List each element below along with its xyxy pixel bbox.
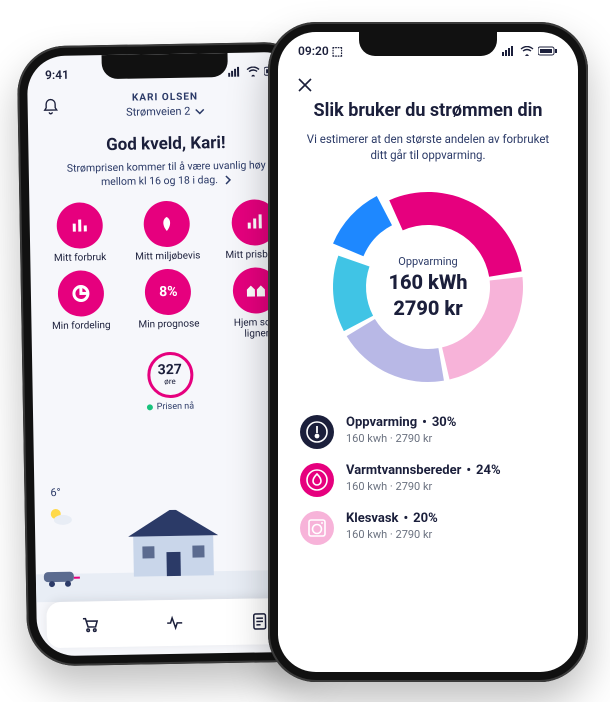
price-ring: 327 øre <box>146 351 193 398</box>
legend-icon <box>300 511 334 545</box>
price-label: Prisen nå <box>147 401 195 412</box>
bars-icon <box>245 212 265 232</box>
legend-text: Oppvarming•30% 160 kwh · 2790 kr <box>346 415 456 445</box>
tile-label: Mitt forbruk <box>54 252 107 264</box>
legend-title: Oppvarming•30% <box>346 415 456 430</box>
houses-icon <box>245 280 267 300</box>
notch <box>101 53 228 79</box>
status-icons <box>502 46 558 56</box>
tile-label: Mitt miljøbevis <box>135 251 200 264</box>
car-icon <box>42 566 82 589</box>
donut-center-cost: 2790 kr <box>393 296 462 320</box>
page-subtitle: Vi estimerer at den største andelen av f… <box>306 131 550 163</box>
close-button[interactable] <box>296 76 578 94</box>
legend-row[interactable]: Oppvarming•30% 160 kwh · 2790 kr <box>300 415 556 449</box>
thermo-icon <box>305 420 329 444</box>
price-now[interactable]: 327 øre Prisen nå <box>32 349 308 414</box>
notch <box>359 32 497 56</box>
price-alert-line2: mellom kl 16 og 18 i dag. <box>101 173 218 188</box>
signal-icon <box>502 46 516 56</box>
tile-min-fordeling[interactable]: Min fordeling <box>37 269 126 344</box>
water-icon <box>305 468 329 492</box>
tile-mitt-forbruk[interactable]: Mitt forbruk <box>35 202 124 265</box>
legend-row[interactable]: Varmtvannsbereder•24% 160 kwh · 2790 kr <box>300 463 556 497</box>
tab-invoice[interactable] <box>249 611 269 631</box>
leaf-icon <box>157 214 177 234</box>
phone-breakdown: 09:20 ⬚ Slik bruker du strømmen din Vi e… <box>268 22 588 682</box>
status-time: 09:20 ⬚ <box>298 44 343 58</box>
page-title: Slik bruker du strømmen din <box>278 100 578 121</box>
legend: Oppvarming•30%160 kwh · 2790 krVarmtvann… <box>300 415 556 545</box>
status-time: 9:41 <box>45 68 69 82</box>
cart-icon <box>79 614 99 634</box>
legend-icon <box>300 415 334 449</box>
legend-row[interactable]: Klesvask•20% 160 kwh · 2790 kr <box>300 511 556 545</box>
tab-bar <box>46 598 302 648</box>
bars-icon <box>69 216 89 236</box>
address-dropdown[interactable]: Strømveien 2 <box>28 103 303 121</box>
washer-icon <box>305 516 329 540</box>
bell-icon <box>42 98 60 116</box>
address-label: Strømveien 2 <box>126 105 191 119</box>
donut-center: Oppvarming 160 kWh 2790 kr <box>318 177 538 397</box>
chevron-down-icon <box>194 106 204 116</box>
battery-icon <box>538 46 558 56</box>
temperature: 6° <box>50 486 61 499</box>
wifi-icon <box>246 66 260 76</box>
legend-text: Varmtvannsbereder•24% 160 kwh · 2790 kr <box>346 463 501 493</box>
house-icon <box>117 508 228 583</box>
tile-label: Min fordeling <box>52 320 111 333</box>
price-unit: øre <box>164 377 176 386</box>
notifications-button[interactable] <box>42 98 60 116</box>
legend-sub: 160 kwh · 2790 kr <box>346 480 501 493</box>
pie-icon <box>71 283 91 303</box>
legend-title: Klesvask•20% <box>346 511 438 526</box>
tab-shop[interactable] <box>79 614 99 634</box>
legend-title: Varmtvannsbereder•24% <box>346 463 501 478</box>
close-icon <box>296 76 314 94</box>
legend-sub: 160 kwh · 2790 kr <box>346 432 456 445</box>
tile-mitt-miljobevis[interactable]: Mitt miljøbevis <box>123 200 212 263</box>
price-value: 327 <box>158 363 182 377</box>
tile-min-prognose[interactable]: 8% Min prognose <box>124 268 213 343</box>
tile-label: Min prognose <box>138 318 199 331</box>
chevron-right-icon <box>224 175 232 185</box>
legend-icon <box>300 463 334 497</box>
tiles-grid: Mitt forbruk Mitt miljøbevis Mitt prisbe… <box>29 199 306 344</box>
legend-text: Klesvask•20% 160 kwh · 2790 kr <box>346 511 438 541</box>
pulse-icon <box>164 613 184 633</box>
donut-center-label: Oppvarming <box>398 255 457 268</box>
percent-icon: 8% <box>145 268 192 315</box>
donut-center-value: 160 kWh <box>388 270 467 294</box>
legend-sub: 160 kwh · 2790 kr <box>346 528 438 541</box>
usage-donut-chart: Oppvarming 160 kWh 2790 kr <box>318 177 538 397</box>
greeting: God kveld, Kari! <box>28 132 303 157</box>
wifi-icon <box>520 46 534 56</box>
document-icon <box>249 611 269 631</box>
signal-icon <box>228 67 242 77</box>
tab-usage[interactable] <box>164 613 184 633</box>
